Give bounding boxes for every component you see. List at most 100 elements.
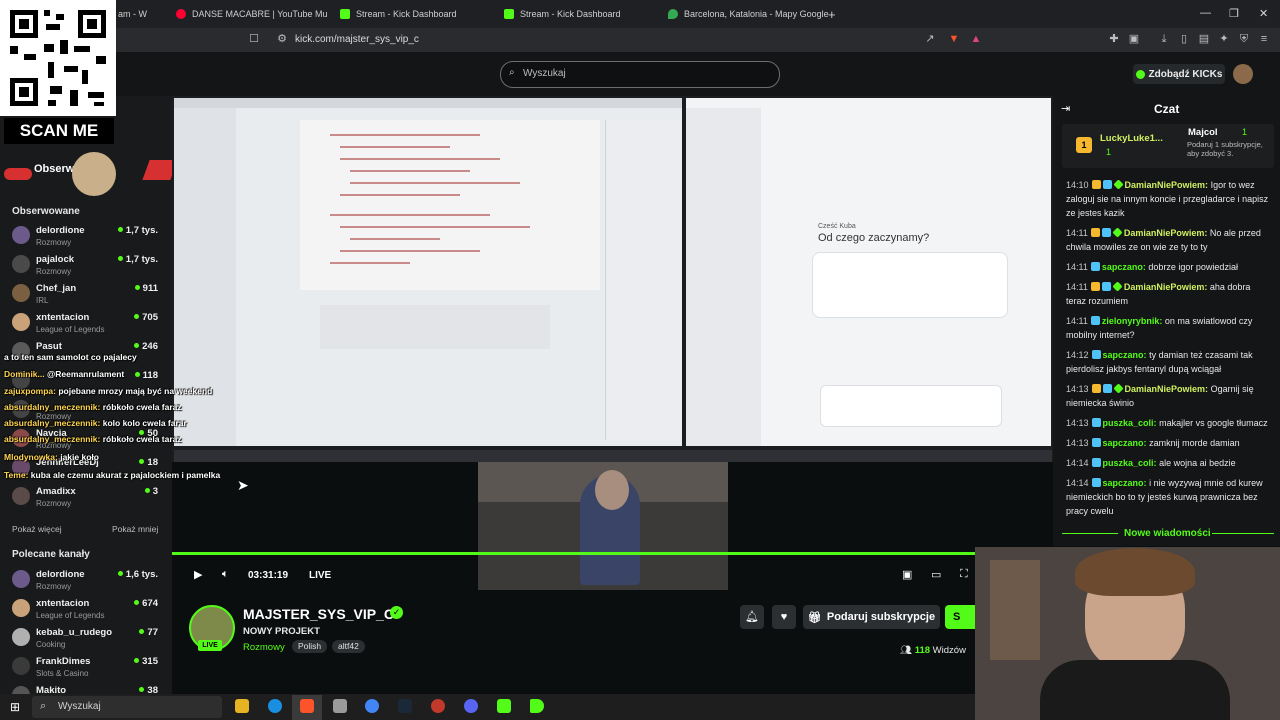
obs-icon[interactable] (431, 699, 445, 713)
chat-message: 14:14 sapczano: i nie wyzywaj mnie od kur… (1066, 476, 1272, 518)
code-window-titlebar (174, 98, 682, 108)
theater-icon[interactable]: ▭ (931, 568, 941, 581)
search-input[interactable]: ⌕ Wyszukaj (500, 61, 780, 88)
screenshot-icon[interactable]: ▣ (1128, 33, 1140, 45)
volume-icon[interactable]: 🔈︎ (222, 568, 229, 581)
browser-tab[interactable]: Barcelona, Katalonia - Mapy Google (668, 4, 829, 24)
browser-tab[interactable]: Stream - Kick Dashboard (340, 4, 457, 24)
message-time: 14:11 (1066, 228, 1088, 238)
brave-icon[interactable] (300, 699, 314, 713)
subscribe-button[interactable]: S (945, 605, 975, 629)
collapse-chat-icon[interactable]: ⇥ (1061, 102, 1070, 115)
message-username[interactable]: sapczano: (1103, 438, 1147, 448)
viewer-count: 315 (134, 656, 158, 667)
message-username[interactable]: sapczano: (1103, 478, 1147, 488)
restore-icon[interactable]: ❐ (1229, 7, 1239, 20)
video-progress-bar[interactable] (172, 552, 975, 555)
vpn-icon[interactable]: ⛨ (1238, 33, 1250, 45)
subscriber-badge-icon (1102, 180, 1112, 189)
show-more-button[interactable]: Pokaż więcej (12, 524, 62, 534)
crown-badge-icon (1090, 228, 1100, 237)
message-time: 14:13 (1066, 438, 1089, 448)
wallet-icon[interactable]: ▤ (1198, 33, 1210, 45)
new-messages-button[interactable]: Nowe wiadomości (1124, 528, 1211, 539)
divider (1212, 533, 1274, 534)
message-username[interactable]: DamianNiePowiem: (1124, 282, 1208, 292)
download-icon[interactable]: ⤓ (1158, 33, 1170, 45)
channel-item[interactable]: Amadixx Rozmowy 3 (12, 486, 164, 514)
follow-heart-icon[interactable]: ♥ (772, 605, 796, 629)
windows-search[interactable]: ⌕ Wyszukaj (32, 696, 222, 718)
channel-item[interactable]: kebab_u_rudego Cooking 77 (12, 627, 164, 655)
minimize-icon[interactable]: — (1200, 7, 1211, 19)
rewards-icon[interactable]: ▲ (970, 33, 982, 45)
gifter-name[interactable]: LuckyLuke1... (1100, 133, 1163, 144)
channel-item[interactable]: delordione Rozmowy 1,6 tys. (12, 569, 164, 597)
site-info-icon[interactable]: ⚙ (276, 33, 288, 45)
get-kicks-button[interactable]: Zdobądź KICKs (1133, 64, 1225, 84)
leo-ai-icon[interactable]: ✦ (1218, 33, 1230, 45)
subscriber-badge-icon (1102, 384, 1112, 393)
address-bar (0, 28, 1280, 52)
overlay-chat-text: kolo kolo cwela farar (102, 418, 187, 428)
close-icon[interactable]: ✕ (1259, 7, 1268, 20)
channel-name: xntentacion (36, 312, 90, 323)
play-icon[interactable]: ▶ (194, 568, 202, 581)
message-username[interactable]: sapczano: (1103, 350, 1147, 360)
channel-item[interactable]: xntentacion League of Legends 705 (12, 312, 164, 340)
file-explorer-icon[interactable] (235, 699, 249, 713)
overlay-chat-user: Dominik... (4, 369, 45, 379)
message-username[interactable]: DamianNiePowiem: (1124, 228, 1208, 238)
brave-shield-icon[interactable]: ▼ (948, 33, 960, 45)
channel-item[interactable]: Chef_jan IRL 911 (12, 283, 164, 311)
channel-item[interactable]: FrankDimes Slots & Casino 315 (12, 656, 164, 684)
message-text: dobrze igor powiedział (1148, 262, 1238, 272)
new-tab-button[interactable]: + (828, 4, 836, 24)
steam-icon[interactable] (398, 699, 412, 713)
channel-item[interactable]: pajalock Rozmowy 1,7 tys. (12, 254, 164, 282)
message-username[interactable]: sapczano: (1102, 262, 1146, 272)
gifter-name[interactable]: Majcol (1188, 127, 1218, 138)
gift-sub-button[interactable]: 🎁︎ Podaruj subskrypcje (803, 605, 940, 629)
kick-app-icon[interactable] (530, 699, 544, 713)
channel-item[interactable]: delordione Rozmowy 1,7 tys. (12, 225, 164, 253)
stream-category[interactable]: Rozmowy (243, 642, 285, 653)
channel-name: delordione (36, 569, 85, 580)
chat-message: 14:11 DamianNiePowiem: aha dobra teraz ro… (1066, 280, 1272, 308)
overlay-chat-user: absurdalny_meczennik: (4, 434, 101, 444)
user-avatar[interactable] (1233, 64, 1253, 84)
sidebar-icon[interactable]: ▯ (1178, 33, 1190, 45)
message-username[interactable]: zielonyrybnik: (1102, 316, 1163, 326)
tag-polish[interactable]: Polish (292, 640, 328, 653)
show-less-button[interactable]: Pokaż mniej (112, 524, 158, 534)
app-icon[interactable] (333, 699, 347, 713)
browser-tab[interactable]: Stream - Kick Dashboard (504, 4, 621, 24)
live-indicator[interactable]: LIVE (309, 570, 331, 581)
browser-tab[interactable]: am - W (118, 4, 147, 24)
kick-app-icon[interactable] (497, 699, 511, 713)
notifications-bell-icon[interactable]: 🔔︎ (740, 605, 764, 629)
pip-icon[interactable]: ▣ (902, 568, 912, 581)
channel-item[interactable]: xntentacion League of Legends 674 (12, 598, 164, 626)
fullscreen-icon[interactable]: ⛶ (960, 568, 968, 581)
windows-start-icon[interactable]: ⊞ (10, 700, 20, 714)
bookmark-icon[interactable]: ☐ (248, 33, 260, 45)
message-time: 14:13 (1066, 384, 1089, 394)
tag-altf42[interactable]: altf42 (332, 640, 365, 653)
share-icon[interactable]: ↗ (924, 33, 936, 45)
url-field[interactable]: kick.com/majster_sys_vip_c (295, 34, 419, 45)
menu-icon[interactable]: ≡ (1258, 33, 1270, 45)
edge-icon[interactable] (268, 699, 282, 713)
chrome-icon[interactable] (365, 699, 379, 713)
overlay-chat-line: Dominik... @Reemanrulament (4, 369, 124, 379)
devtools-panel (605, 120, 681, 440)
extensions-icon[interactable]: ✚ (1108, 33, 1120, 45)
message-username[interactable]: puszka_coli: (1103, 418, 1157, 428)
message-username[interactable]: DamianNiePowiem: (1125, 384, 1209, 394)
message-username[interactable]: puszka_coli: (1103, 458, 1157, 468)
message-username[interactable]: DamianNiePowiem: (1125, 180, 1209, 190)
browser-tab[interactable]: DANSE MACABRE | YouTube Mu (176, 4, 328, 24)
discord-icon[interactable] (464, 699, 478, 713)
channel-name[interactable]: MAJSTER_SYS_VIP_C (243, 606, 394, 622)
gifter-badge-icon (1112, 227, 1123, 238)
